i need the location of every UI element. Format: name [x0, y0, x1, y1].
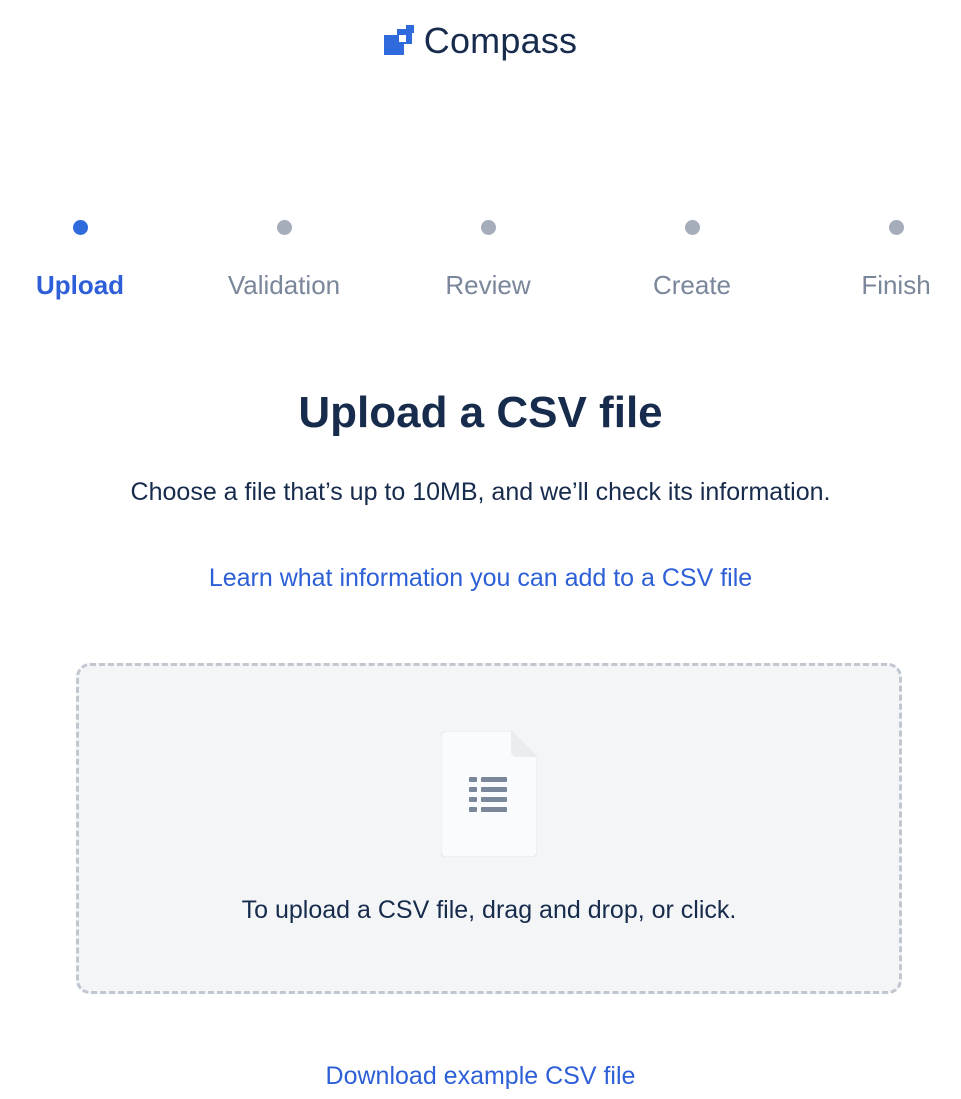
- download-example-csv-link[interactable]: Download example CSV file: [0, 1062, 961, 1091]
- step-create: Create: [592, 210, 792, 301]
- page-title: Upload a CSV file: [298, 388, 663, 437]
- csv-dropzone[interactable]: To upload a CSV file, drag and drop, or …: [76, 663, 902, 994]
- dropzone-instruction: To upload a CSV file, drag and drop, or …: [241, 896, 737, 924]
- brand-logo: Compass: [0, 20, 961, 62]
- step-label-finish: Finish: [861, 270, 931, 300]
- file-list-icon: [441, 731, 537, 857]
- page-subtitle: Choose a file that’s up to 10MB, and we’…: [130, 478, 831, 506]
- step-label-review: Review: [445, 270, 531, 300]
- step-validation: Validation: [184, 210, 384, 301]
- step-finish: Finish: [796, 210, 961, 301]
- progress-stepper: Upload Validation Review Create Finish: [0, 210, 961, 310]
- step-upload: Upload: [0, 210, 180, 301]
- csv-upload-page: Compass Upload Validation Review Create …: [0, 0, 961, 1099]
- learn-csv-info-link[interactable]: Learn what information you can add to a …: [0, 564, 961, 593]
- step-label-validation: Validation: [227, 270, 341, 300]
- step-dot-validation: [276, 220, 292, 235]
- step-review: Review: [388, 210, 588, 301]
- step-label-upload: Upload: [35, 270, 125, 300]
- compass-logo-icon: [383, 25, 414, 55]
- step-dot-create: [684, 220, 700, 235]
- step-dot-upload: [72, 220, 88, 235]
- step-dot-review: [480, 220, 496, 235]
- step-label-create: Create: [652, 270, 732, 300]
- step-dot-finish: [888, 220, 904, 235]
- brand-name: Compass: [423, 20, 578, 61]
